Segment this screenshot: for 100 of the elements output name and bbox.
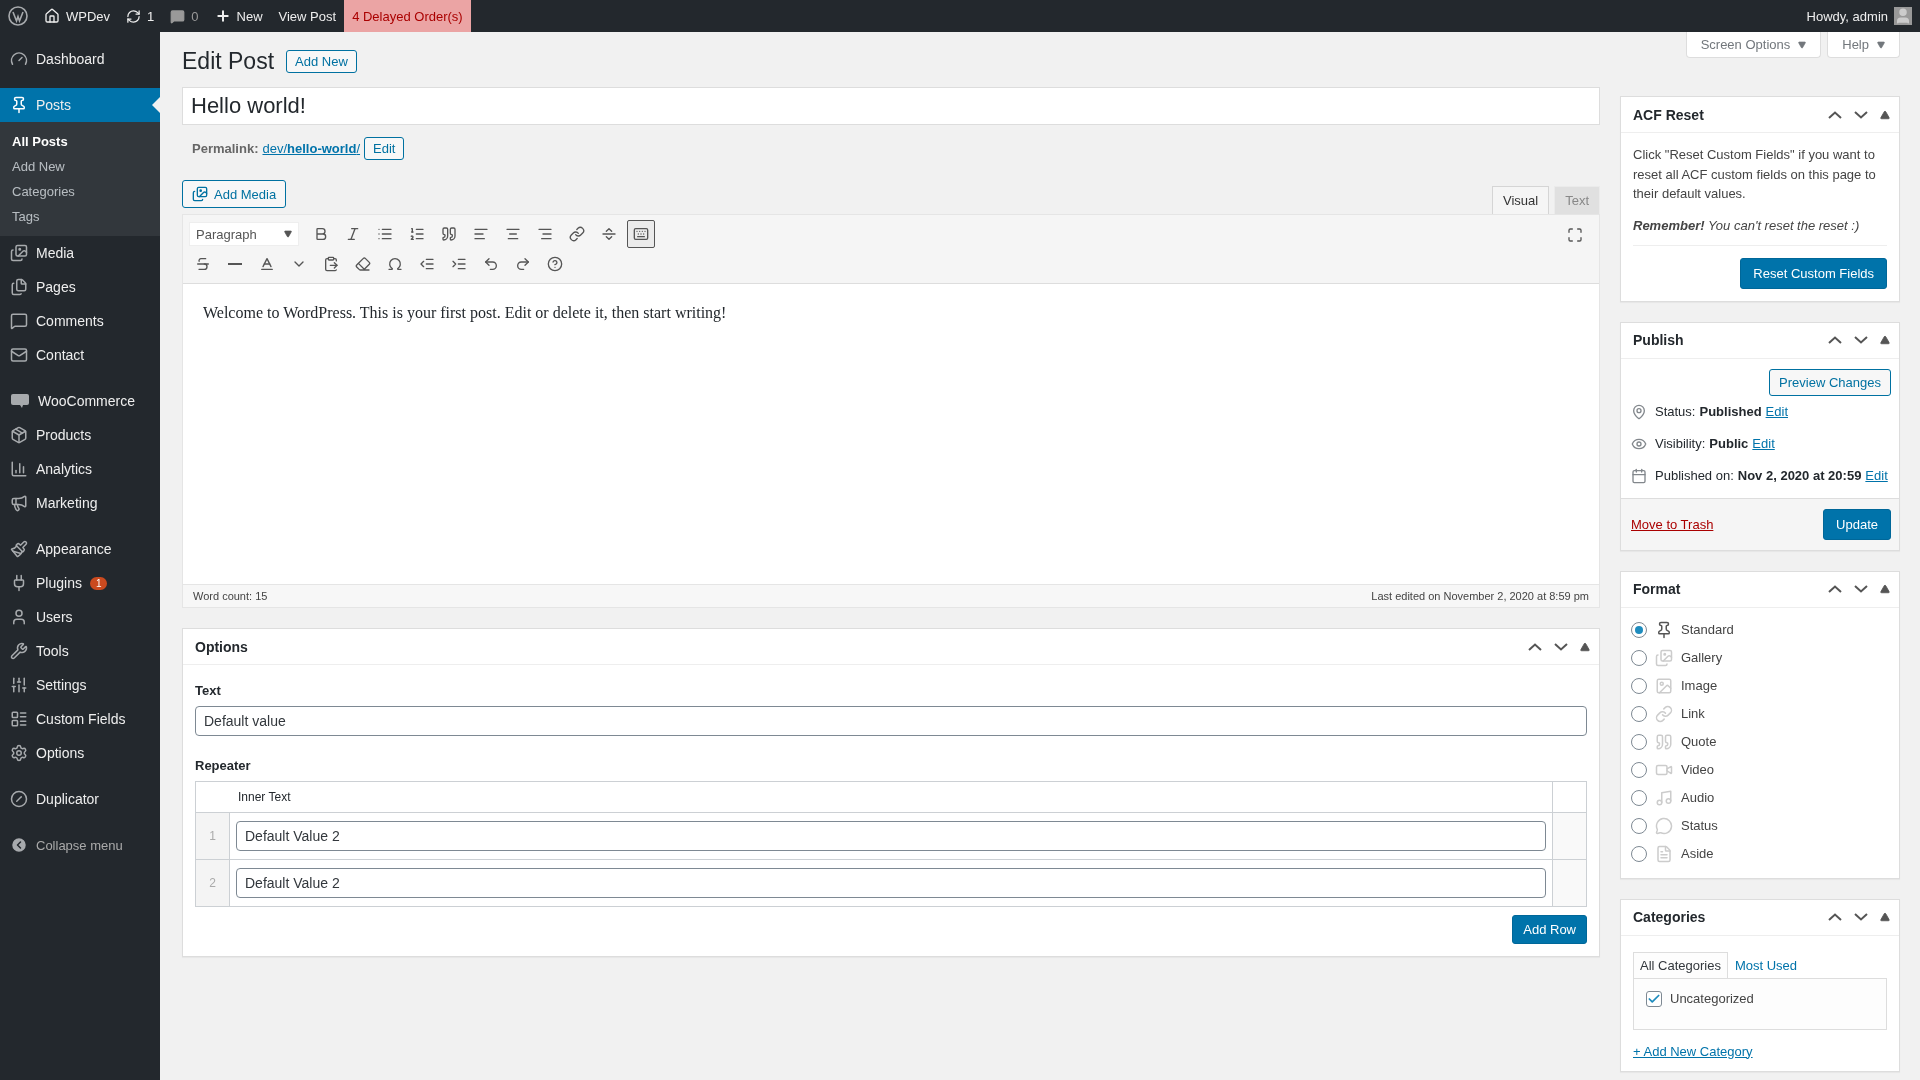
format-option[interactable]: Aside: [1631, 839, 1889, 868]
edit-link[interactable]: Edit: [1865, 468, 1888, 483]
radio-button[interactable]: [1631, 845, 1647, 862]
add-new-button[interactable]: Add New: [286, 50, 357, 73]
edit-permalink-button[interactable]: Edit: [364, 137, 405, 160]
plus-icon: [214, 8, 231, 24]
view-post-link[interactable]: View Post: [270, 0, 345, 32]
post-title-field[interactable]: Hello world!: [182, 87, 1600, 125]
calendar-icon: [1631, 467, 1647, 484]
submenu-item[interactable]: All Posts: [0, 129, 160, 154]
reset-custom-fields-button[interactable]: Reset Custom Fields: [1740, 257, 1887, 289]
updates-link[interactable]: 1: [118, 0, 163, 32]
category-tab[interactable]: All Categories: [1633, 951, 1728, 978]
format-select[interactable]: Paragraph: [189, 222, 299, 246]
delayed-orders-alert[interactable]: 4 Delayed Order(s): [344, 0, 471, 32]
sidebar-menu-item[interactable]: Custom Fields: [0, 702, 160, 736]
format-option[interactable]: Status: [1631, 811, 1889, 840]
document-icon: [1655, 844, 1673, 863]
format-option[interactable]: Quote: [1631, 727, 1889, 756]
update-button[interactable]: Update: [1823, 508, 1891, 540]
wrench-icon: [10, 642, 28, 660]
add-media-button[interactable]: Add Media: [182, 180, 287, 208]
inner-text-field[interactable]: Default Value 2: [236, 821, 1546, 851]
text-field[interactable]: Default value: [195, 706, 1587, 736]
format-option[interactable]: Link: [1631, 699, 1889, 728]
settings-icon: [10, 744, 28, 762]
sidebar-menu-item[interactable]: Analytics: [0, 452, 160, 486]
sidebar-menu-item[interactable]: Settings: [0, 668, 160, 702]
post-content[interactable]: Welcome to WordPress. This is your first post. Edit or delete it, then start writing!: [183, 284, 1599, 584]
radio-button[interactable]: [1631, 789, 1647, 806]
editor-tab[interactable]: Visual: [1491, 186, 1550, 214]
envelope-icon: [10, 346, 28, 364]
toolbar-button[interactable]: [627, 220, 655, 248]
collapse-toggle-button[interactable]: [1877, 335, 1893, 345]
format-option[interactable]: Audio: [1631, 783, 1889, 812]
screen-meta-toggle[interactable]: Help: [1827, 32, 1900, 58]
format-option[interactable]: Standard: [1631, 615, 1889, 644]
move-to-trash-link[interactable]: Move to Trash: [1631, 516, 1714, 532]
field-label: Text: [195, 683, 222, 698]
format-option[interactable]: Video: [1631, 755, 1889, 784]
sidebar-menu-item[interactable]: Posts: [0, 88, 160, 122]
add-new-category-link[interactable]: + Add New Category: [1633, 1043, 1753, 1059]
add-row-button[interactable]: Add Row: [1512, 915, 1587, 944]
wordpress-logo-icon[interactable]: [8, 6, 28, 26]
page-title: Edit Post: [182, 48, 275, 75]
bulleted-list-icon: [377, 226, 393, 242]
sidebar-menu-item[interactable]: Dashboard: [0, 42, 160, 76]
collapse-toggle-button[interactable]: [1877, 584, 1893, 594]
site-name-link[interactable]: WPDev: [36, 0, 119, 32]
sidebar-menu-item[interactable]: Comments: [0, 304, 160, 338]
account-menu[interactable]: Howdy, admin: [1798, 0, 1920, 32]
permalink-link[interactable]: dev/hello-world/: [262, 141, 361, 156]
expand-icon: [1567, 227, 1583, 243]
category-tab[interactable]: Most Used: [1727, 951, 1805, 978]
radio-button[interactable]: [1631, 649, 1647, 666]
radio-button[interactable]: [1631, 705, 1647, 722]
caret-icon: [1877, 40, 1885, 49]
collapse-menu-button[interactable]: Collapse menu: [0, 828, 160, 862]
sidebar-menu-item[interactable]: Plugins 1: [0, 566, 160, 600]
sidebar-menu-item[interactable]: Marketing: [0, 486, 160, 520]
format-option[interactable]: Image: [1631, 671, 1889, 700]
format-option[interactable]: Gallery: [1631, 643, 1889, 672]
chevron-down-icon: [1854, 913, 1868, 921]
chevron-up-icon: [1528, 642, 1542, 651]
submenu-item[interactable]: Categories: [0, 179, 160, 204]
sidebar-menu-item[interactable]: Users: [0, 600, 160, 634]
new-content-link[interactable]: New: [206, 0, 271, 32]
sidebar-menu-item[interactable]: Pages: [0, 270, 160, 304]
comments-link[interactable]: 0: [162, 0, 207, 32]
radio-button[interactable]: [1631, 733, 1647, 750]
radio-button[interactable]: [1631, 817, 1647, 834]
screen-meta-toggle[interactable]: Screen Options: [1685, 32, 1822, 58]
radio-button[interactable]: [1631, 761, 1647, 778]
bold-icon: [313, 226, 329, 242]
sidebar-menu-item[interactable]: Duplicator: [0, 782, 160, 816]
sidebar-menu-item[interactable]: Tools: [0, 634, 160, 668]
radio-button[interactable]: [1631, 621, 1647, 638]
box-title: Categories: [1633, 909, 1707, 925]
align-left-icon: [473, 226, 489, 242]
collapse-toggle-button[interactable]: [1877, 109, 1893, 120]
inner-text-field[interactable]: Default Value 2: [236, 868, 1546, 898]
sidebar-menu-item[interactable]: Contact: [0, 338, 160, 372]
edit-link[interactable]: Edit: [1752, 436, 1775, 451]
pin-icon: [10, 96, 28, 114]
sidebar-menu-item[interactable]: Media: [0, 236, 160, 270]
submenu-item[interactable]: Add New: [0, 154, 160, 179]
redo-icon: [515, 256, 531, 272]
radio-button[interactable]: [1631, 677, 1647, 694]
sidebar-menu-item[interactable]: Appearance: [0, 532, 160, 566]
submenu-item[interactable]: Tags: [0, 204, 160, 229]
slashed-circle-icon: [10, 790, 28, 808]
preview-changes-button[interactable]: Preview Changes: [1769, 368, 1891, 396]
category-label: Uncategorized: [1670, 991, 1754, 1006]
edit-link[interactable]: Edit: [1765, 404, 1788, 419]
sidebar-menu-item[interactable]: WooCommerce: [0, 384, 160, 418]
collapse-toggle-button[interactable]: [1877, 912, 1893, 922]
checkbox[interactable]: [1646, 990, 1662, 1007]
sidebar-menu-item[interactable]: Options: [0, 736, 160, 770]
sidebar-menu-item[interactable]: Products: [0, 418, 160, 452]
collapse-toggle-button[interactable]: [1577, 641, 1593, 652]
